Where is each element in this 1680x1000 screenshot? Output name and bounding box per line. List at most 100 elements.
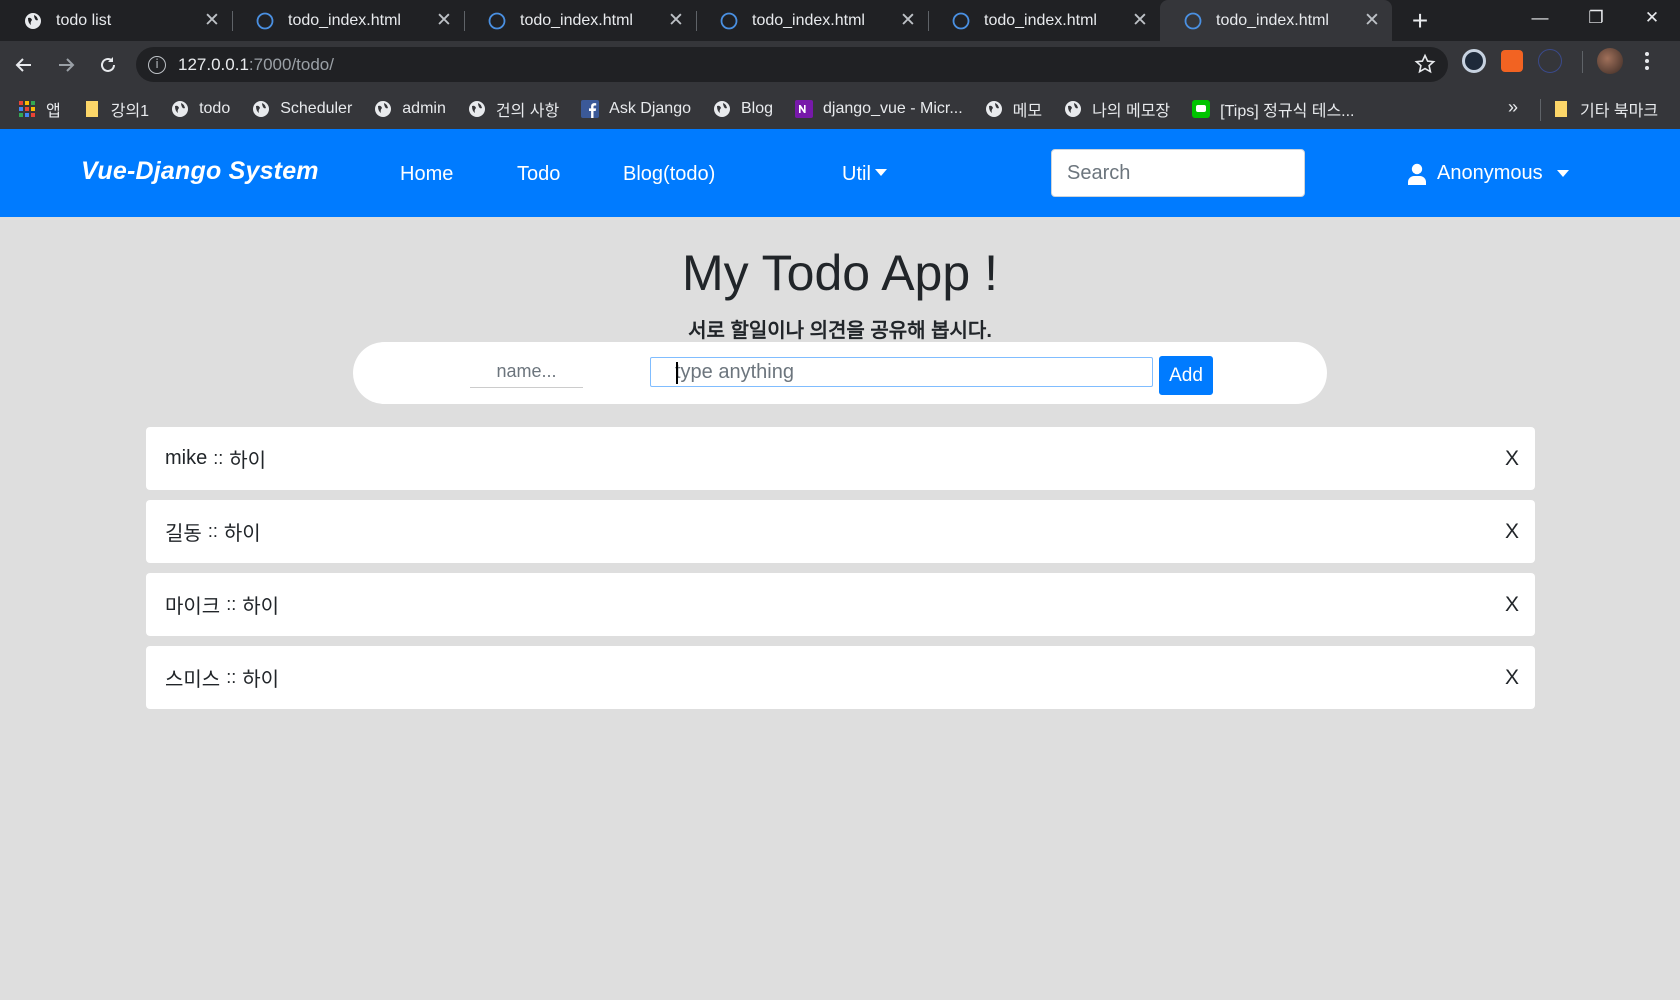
tab-close-icon[interactable]: ✕ — [434, 10, 454, 31]
todo-item: 스미스 :: 하이 X — [146, 646, 1535, 709]
brand-logo[interactable]: Vue-Django System — [81, 157, 319, 186]
bookmark-item[interactable]: admin — [374, 100, 446, 118]
bookmarks-divider — [1540, 99, 1541, 121]
tab-title: todo list — [56, 11, 112, 29]
bookmark-item[interactable]: 강의1 — [83, 97, 149, 121]
bookmark-item[interactable]: 나의 메모장 — [1064, 97, 1170, 121]
tab-close-icon[interactable]: ✕ — [666, 10, 686, 31]
extension-icon[interactable] — [1462, 49, 1486, 73]
url-text: 127.0.0.1:7000/todo/ — [178, 54, 334, 74]
bookmark-item[interactable]: 건의 사항 — [468, 97, 559, 121]
browser-tab-active[interactable]: todo_index.html ✕ — [1160, 0, 1392, 41]
user-icon — [1407, 163, 1427, 185]
menu-dots-icon[interactable] — [1640, 49, 1654, 73]
tab-title: todo_index.html — [752, 11, 865, 29]
avatar[interactable] — [1597, 48, 1623, 74]
facebook-icon — [581, 100, 600, 118]
reload-icon — [101, 57, 115, 72]
browser-tab[interactable]: todo_index.html ✕ — [696, 0, 928, 41]
extension-icon[interactable] — [1501, 50, 1523, 72]
nav-blog[interactable]: Blog(todo) — [623, 163, 715, 186]
bookmark-apps[interactable]: 앱 — [18, 97, 61, 121]
browser-toolbar: i 127.0.0.1:7000/todo/ — [0, 41, 1680, 89]
globe-icon — [468, 100, 486, 118]
bookmark-label: Blog — [741, 100, 774, 117]
todo-text: 스미스 :: 하이 — [165, 663, 279, 692]
bookmark-star-icon[interactable] — [1414, 53, 1436, 75]
delete-button[interactable]: X — [1505, 666, 1519, 690]
bookmark-item[interactable]: Scheduler — [252, 100, 352, 118]
delete-button[interactable]: X — [1505, 447, 1519, 471]
todo-author: 마이크 — [165, 596, 221, 618]
todo-item: 길동 :: 하이 X — [146, 500, 1535, 563]
info-icon[interactable]: i — [148, 55, 166, 74]
close-window-button[interactable]: ✕ — [1624, 0, 1680, 38]
back-button[interactable] — [6, 47, 42, 83]
todo-content: 하이 — [242, 596, 280, 618]
bookmark-label: 건의 사항 — [495, 103, 560, 120]
bookmark-label: Ask Django — [609, 100, 691, 117]
name-input[interactable] — [470, 356, 583, 388]
address-bar[interactable]: i 127.0.0.1:7000/todo/ — [136, 47, 1448, 82]
caret-down-icon — [1556, 170, 1569, 177]
page-subtitle: 서로 할일이나 의견을 공유해 봅시다. — [688, 320, 992, 342]
user-menu[interactable]: Anonymous — [1407, 162, 1569, 185]
nav-util-dropdown[interactable]: Util — [842, 163, 887, 186]
add-button[interactable]: Add — [1159, 356, 1213, 395]
todo-input[interactable] — [650, 357, 1153, 387]
loading-icon — [952, 12, 970, 30]
tab-title: todo_index.html — [984, 11, 1097, 29]
bookmark-item[interactable]: Blog — [713, 100, 773, 118]
bookmark-label: django_vue - Micr... — [823, 100, 963, 117]
new-tab-button[interactable]: + — [1400, 0, 1440, 41]
window-controls: — ❐ ✕ — [1512, 0, 1680, 41]
browser-tab[interactable]: todo_index.html ✕ — [232, 0, 464, 41]
nav-todo[interactable]: Todo — [517, 163, 560, 186]
other-bookmarks[interactable]: 기타 북마크 — [1552, 89, 1658, 129]
restore-button[interactable]: ❐ — [1568, 0, 1624, 38]
todo-text: mike :: 하이 — [165, 444, 266, 473]
tab-close-icon[interactable]: ✕ — [1130, 10, 1150, 31]
browser-tab[interactable]: todo_index.html ✕ — [928, 0, 1160, 41]
todo-item: mike :: 하이 X — [146, 427, 1535, 490]
add-todo-form: Add — [353, 342, 1327, 404]
tab-strip: todo list ✕ todo_index.html ✕ todo_index… — [0, 0, 1680, 41]
nav-home[interactable]: Home — [400, 163, 453, 186]
tab-title: todo_index.html — [288, 11, 401, 29]
browser-tab[interactable]: todo list ✕ — [0, 0, 232, 41]
forward-button[interactable] — [48, 47, 84, 83]
onenote-icon — [795, 100, 814, 118]
page-title: My Todo App ! — [682, 245, 998, 301]
app-navbar: Vue-Django System Home Todo Blog(todo) U… — [0, 129, 1680, 217]
todo-text: 마이크 :: 하이 — [165, 590, 279, 619]
todo-author: 길동 — [165, 523, 202, 545]
bookmarks-overflow-button[interactable]: » — [1508, 97, 1518, 118]
bookmark-item[interactable]: 메모 — [985, 97, 1042, 121]
bookmark-item[interactable]: [Tips] 정규식 테스... — [1192, 97, 1355, 121]
extension-icon[interactable] — [1538, 49, 1562, 73]
minimize-button[interactable]: — — [1512, 0, 1568, 38]
search-input[interactable] — [1051, 149, 1305, 197]
apps-grid-icon — [18, 100, 36, 118]
bookmark-item[interactable]: todo — [171, 100, 230, 118]
reload-button[interactable] — [90, 47, 126, 83]
tab-close-icon[interactable]: ✕ — [1362, 10, 1382, 31]
text-cursor — [676, 362, 678, 384]
delete-button[interactable]: X — [1505, 520, 1519, 544]
todo-separator: :: — [226, 594, 237, 614]
bookmarks-bar: 앱 강의1 todo Scheduler admin 건의 사항 Ask Dja… — [0, 89, 1680, 129]
todo-separator: :: — [226, 667, 237, 687]
bookmark-item[interactable]: Ask Django — [581, 100, 691, 118]
arrow-right-icon — [59, 58, 75, 72]
user-name: Anonymous — [1437, 162, 1543, 184]
tab-close-icon[interactable]: ✕ — [202, 10, 222, 31]
todo-content: 하이 — [242, 669, 280, 691]
bookmark-item[interactable]: django_vue - Micr... — [795, 100, 963, 118]
todo-author: 스미스 — [165, 669, 221, 691]
delete-button[interactable]: X — [1505, 593, 1519, 617]
loading-icon — [256, 12, 274, 30]
tab-close-icon[interactable]: ✕ — [898, 10, 918, 31]
loading-icon — [1184, 12, 1202, 30]
browser-tab[interactable]: todo_index.html ✕ — [464, 0, 696, 41]
bookmark-label: 메모 — [1012, 103, 1043, 120]
